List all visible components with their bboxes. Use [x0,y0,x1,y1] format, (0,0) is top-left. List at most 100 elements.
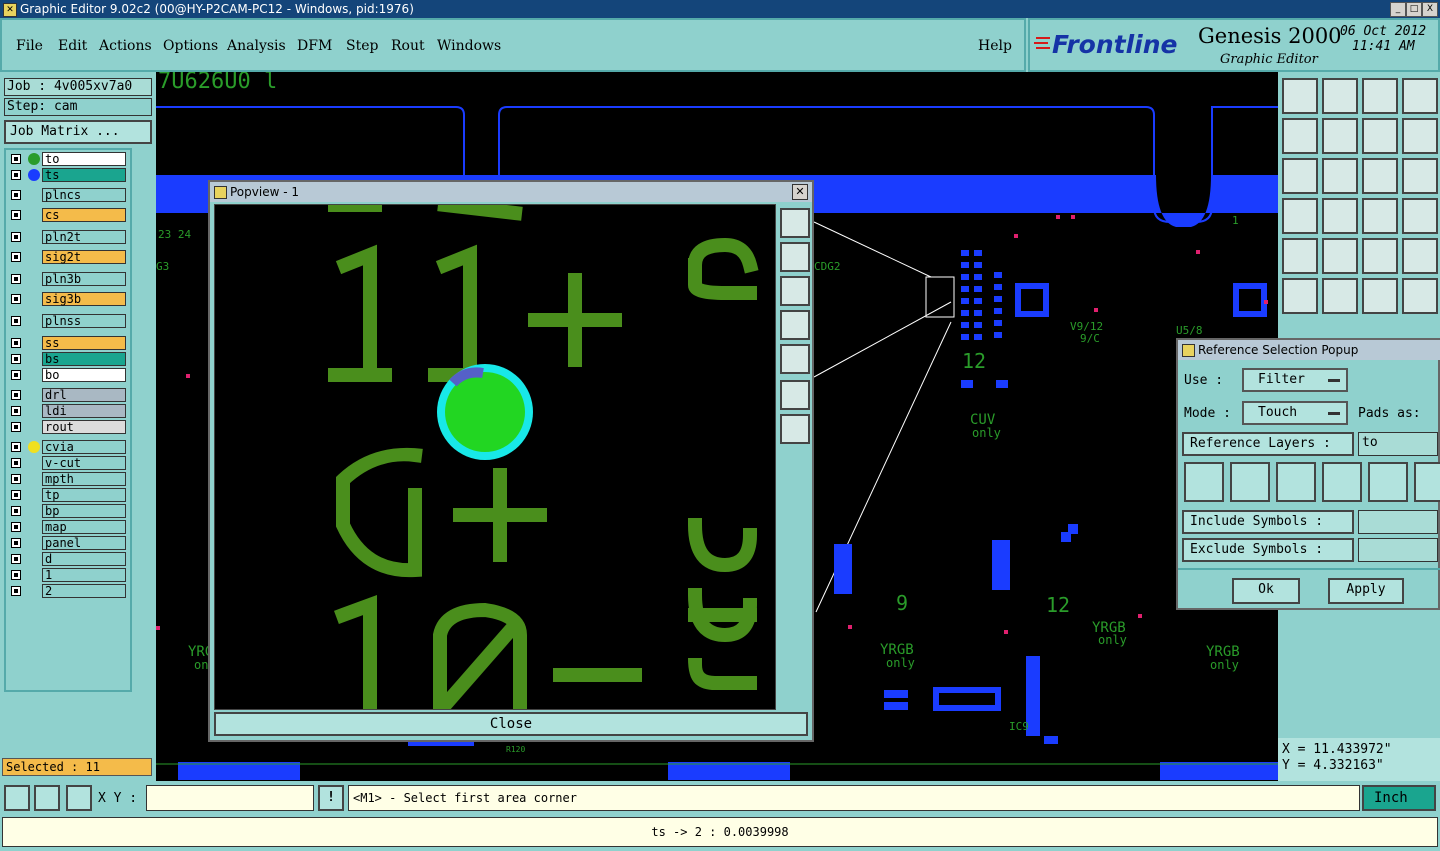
layer-name[interactable]: cvia [42,440,126,454]
layer-row-ss[interactable]: ss [8,336,128,351]
one-to-one-tool-button[interactable] [1362,158,1398,194]
layer-checkbox[interactable] [11,294,21,304]
layer-row-pln3b[interactable]: pln3b [8,272,128,287]
layer-checkbox[interactable] [11,458,21,468]
popview-center-button[interactable] [780,414,810,444]
select-tool-button[interactable] [1402,238,1438,274]
arrow-tool-button[interactable] [1362,278,1398,314]
layer-name[interactable]: to [42,152,126,166]
popview-pan-right-button[interactable] [780,344,810,374]
layer-row-sig3b[interactable]: sig3b [8,292,128,307]
layer-checkbox[interactable] [11,170,21,180]
home-tool-button[interactable] [1362,78,1398,114]
layer-checkbox[interactable] [11,154,21,164]
layer-row-cs[interactable]: cs [8,208,128,223]
layer-row-to[interactable]: to [8,152,128,167]
line-symbol-button[interactable] [1184,462,1224,502]
popview-pan-down-button[interactable] [780,276,810,306]
layer-name[interactable]: v-cut [42,456,126,470]
layer-name[interactable]: sig3b [42,292,126,306]
layer-checkbox[interactable] [11,522,21,532]
layer-name[interactable]: ss [42,336,126,350]
popview-close-button[interactable]: Close [214,712,808,736]
fit-tool-button[interactable] [1282,158,1318,194]
layer-name[interactable]: map [42,520,126,534]
layer-name[interactable]: plncs [42,188,126,202]
layer-row-d[interactable]: d [8,552,128,567]
pad-symbol-button[interactable] [1230,462,1270,502]
layer-checkbox[interactable] [11,490,21,500]
pan-right-tool-button[interactable] [1322,118,1358,154]
layer-checkbox[interactable] [11,252,21,262]
maximize-button[interactable]: □ [1406,2,1422,17]
window-tool-button[interactable] [1402,78,1438,114]
layer-checkbox[interactable] [11,338,21,348]
zoom-back-tool-button[interactable] [1322,78,1358,114]
exclude-symbols-input[interactable] [1358,538,1438,562]
layer-checkbox[interactable] [11,390,21,400]
layers-tool-button[interactable] [1362,198,1398,234]
xy-input[interactable] [146,785,314,811]
layer-name[interactable]: bo [42,368,126,382]
layer-row-cvia[interactable]: cvia [8,440,128,455]
apply-button[interactable]: Apply [1328,578,1404,604]
close-window-button[interactable]: X [1422,2,1438,17]
snap-tool-button[interactable] [1282,238,1318,274]
layer-checkbox[interactable] [11,354,21,364]
layer-name[interactable]: rout [42,420,126,434]
layer-row-sig2t[interactable]: sig2t [8,250,128,265]
layer-row-panel[interactable]: panel [8,536,128,551]
layer-checkbox[interactable] [11,232,21,242]
layer-name[interactable]: mpth [42,472,126,486]
layer-name[interactable]: pln3b [42,272,126,286]
layer-name[interactable]: cs [42,208,126,222]
layer-row-1[interactable]: 1 [8,568,128,583]
info-tool-button[interactable] [1402,198,1438,234]
center-tool-button[interactable] [1322,158,1358,194]
layer-row-plncs[interactable]: plncs [8,188,128,203]
cut-tool-button[interactable] [1322,278,1358,314]
mirror-tool-button[interactable] [1402,118,1438,154]
menu-analysis[interactable]: Analysis [227,38,286,54]
query-tool-button[interactable] [1402,158,1438,194]
menu-actions[interactable]: Actions [99,38,152,54]
reference-layers-button[interactable]: Reference Layers : [1182,432,1354,456]
layer-row-drl[interactable]: drl [8,388,128,403]
layer-checkbox[interactable] [11,538,21,548]
layer-name[interactable]: 2 [42,584,126,598]
menu-options[interactable]: Options [163,38,218,54]
menu-rout[interactable]: Rout [391,38,425,54]
layer-name[interactable]: plnss [42,314,126,328]
reference-tool-button[interactable] [1322,238,1358,274]
layer-row-ts[interactable]: ts [8,168,128,183]
job-matrix-button[interactable]: Job Matrix ... [4,120,152,144]
layer-checkbox[interactable] [11,554,21,564]
layer-row-plnss[interactable]: plnss [8,314,128,329]
layer-row-bp[interactable]: bp [8,504,128,519]
connect-tool-button[interactable] [1282,278,1318,314]
include-symbols-button[interactable]: Include Symbols : [1182,510,1354,534]
layer-checkbox[interactable] [11,190,21,200]
layer-checkbox[interactable] [11,316,21,326]
layer-name[interactable]: d [42,552,126,566]
popview-canvas[interactable] [214,204,776,710]
pointer-tool-button[interactable] [1402,278,1438,314]
mode-dropdown[interactable]: Touch [1242,401,1348,425]
layer-checkbox[interactable] [11,442,21,452]
layer-row-bo[interactable]: bo [8,368,128,383]
layer-checkbox[interactable] [11,570,21,580]
exclaim-button[interactable]: ! [318,785,344,811]
menu-edit[interactable]: Edit [58,38,87,54]
layer-name[interactable]: ldi [42,404,126,418]
layer-row-2[interactable]: 2 [8,584,128,599]
layer-checkbox[interactable] [11,422,21,432]
minimize-button[interactable]: _ [1390,2,1406,17]
include-symbols-input[interactable] [1358,510,1438,534]
layer-name[interactable]: bs [42,352,126,366]
tools-tool-button[interactable] [1282,198,1318,234]
layer-name[interactable]: ts [42,168,126,182]
layer-name[interactable]: drl [42,388,126,402]
menu-step[interactable]: Step [346,38,378,54]
ok-button[interactable]: Ok [1232,578,1300,604]
layer-checkbox[interactable] [11,474,21,484]
